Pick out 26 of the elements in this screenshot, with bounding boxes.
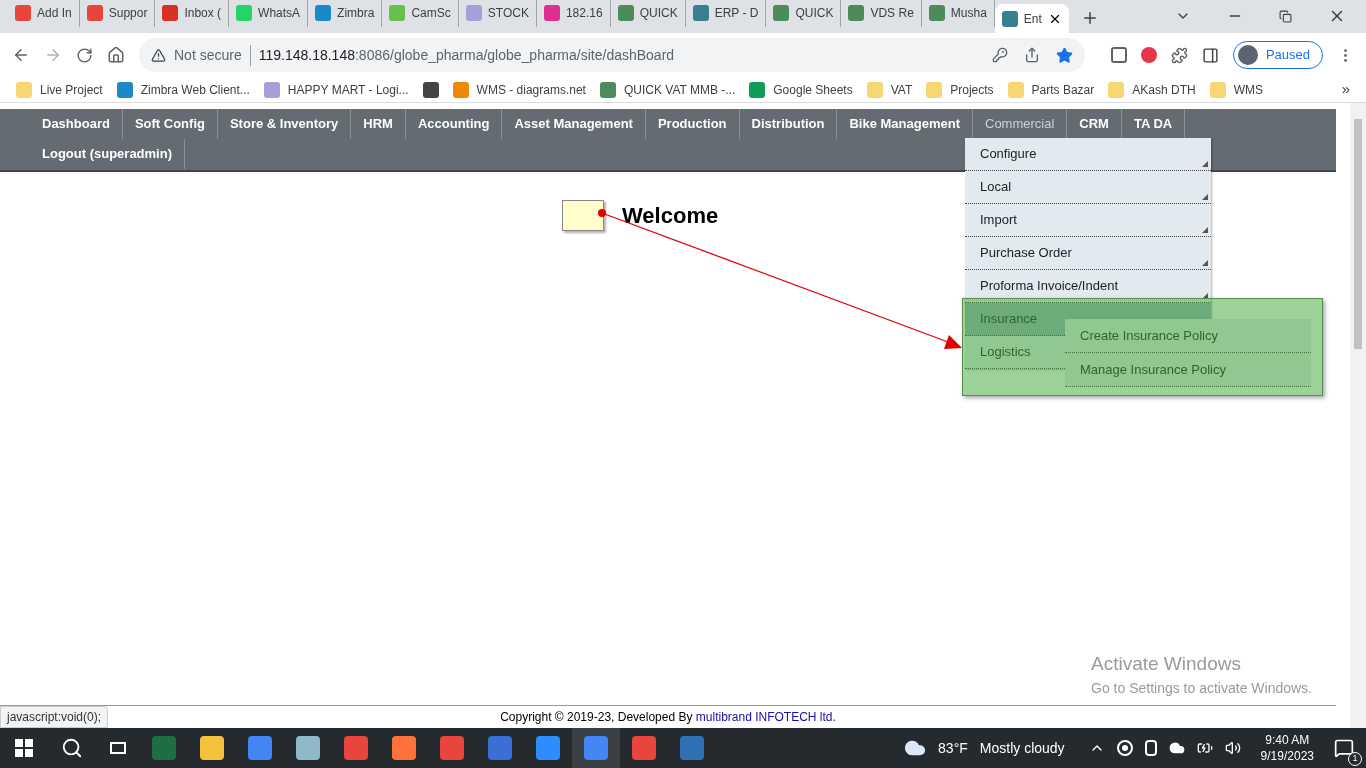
url-text: 119.148.18.148:8086/globe_pharma/globe_pharma/site/dashBoard [258,45,675,65]
welcome-heading: Welcome [622,202,719,230]
tab-title: CamSc [411,4,451,22]
clock-time: 9:40 AM [1265,732,1310,748]
copyright-text: Copyright © 2019-23, Developed By multibrand INFOTECH ltd. [500,709,836,726]
tab-title: Suppor [108,4,148,22]
tab-title: Musha [950,4,987,22]
security-label: Not secure [174,44,251,66]
clock-date: 9/19/2023 [1260,748,1314,764]
tab-title: Inbox ( [184,4,222,22]
weather-text: Mostly cloudy [979,738,1065,758]
tab-title: ERP - D [714,4,759,22]
tab-title: QUICK [639,4,678,22]
tab-title: QUICK [795,4,834,22]
tab-title: Add In [37,4,72,22]
temperature: 83°F [938,738,968,758]
notification-count: 1 [1348,752,1362,766]
watermark-text: Go to Settings to activate Windows. [1091,679,1312,698]
tab-title: Zimbra [337,4,375,22]
tab-title: 182.16 [565,4,603,22]
status-url: javascript:void(0); [0,706,109,728]
tab-title: WhatsA [258,4,301,22]
watermark-title: Activate Windows [1091,651,1242,676]
tab-title: STOCK [487,4,529,22]
tab-title: Ent [1023,10,1042,28]
tab-title: VDS Re [870,4,914,22]
